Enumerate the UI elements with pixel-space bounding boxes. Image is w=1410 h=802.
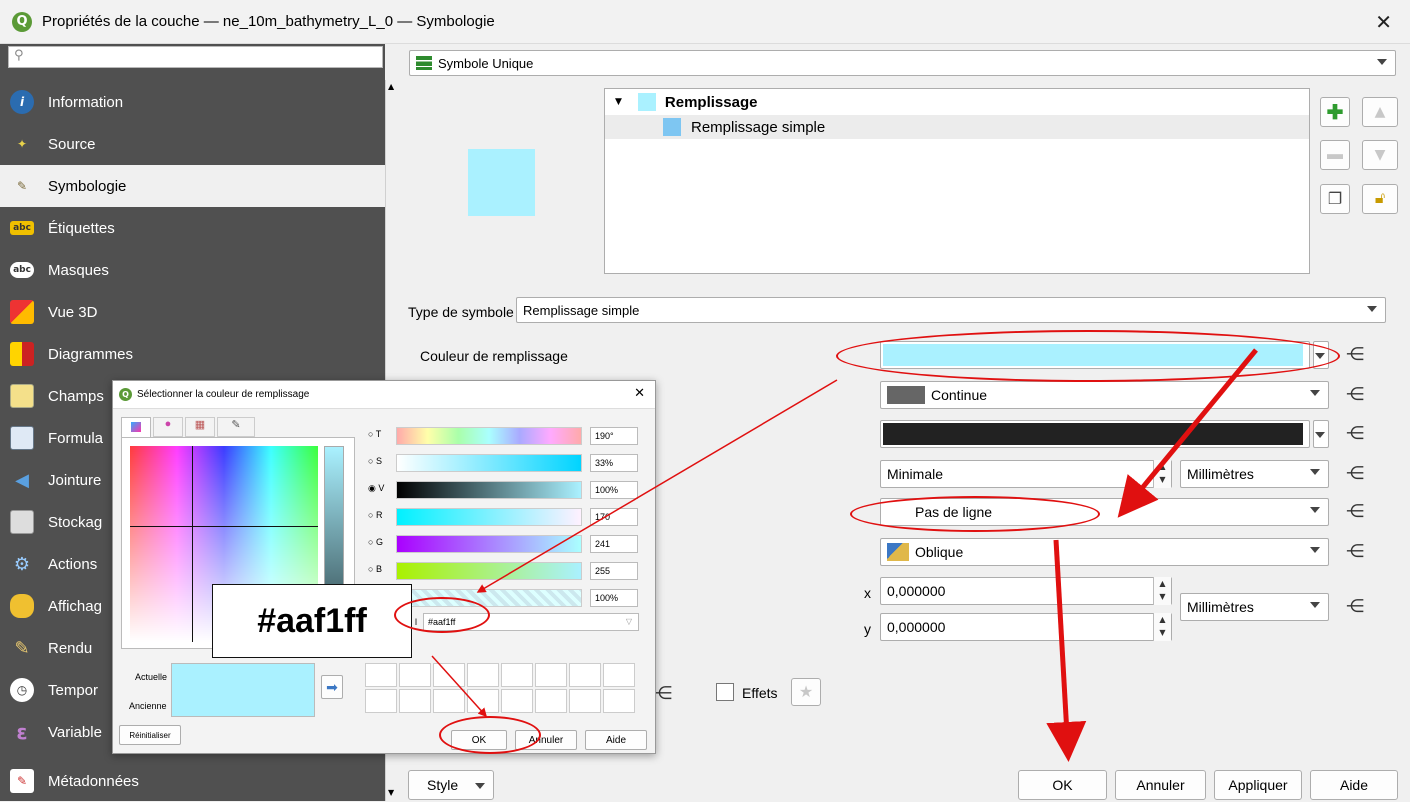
annotation-arrow [1046, 539, 1087, 762]
annotation-arrows [431, 348, 1258, 762]
annotation-arrow [476, 379, 838, 593]
annotation-arrow [431, 655, 488, 718]
annotation-arrow [1117, 348, 1258, 518]
